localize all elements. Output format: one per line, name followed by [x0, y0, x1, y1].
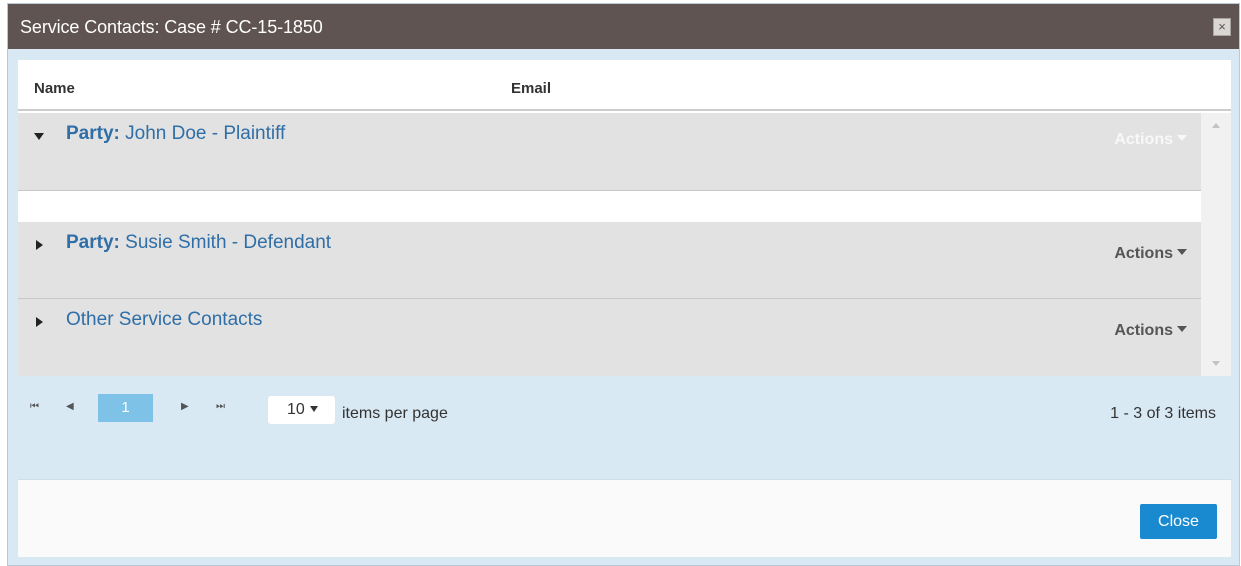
dialog-titlebar: Service Contacts: Case # CC-15-1850 ×: [8, 4, 1239, 49]
dialog-title: Service Contacts: Case # CC-15-1850: [20, 17, 323, 37]
next-page-icon[interactable]: ▶: [181, 401, 189, 412]
chevron-down-icon: [1177, 326, 1187, 332]
last-page-icon[interactable]: ⏭: [216, 401, 225, 412]
scroll-down-icon[interactable]: [1212, 361, 1220, 366]
group-row-susie-smith[interactable]: Party: Susie Smith - Defendant Actions: [18, 222, 1201, 299]
current-page-button[interactable]: 1: [98, 394, 153, 422]
group-label[interactable]: Party: Susie Smith - Defendant: [66, 232, 331, 254]
page-size-label: items per page: [342, 405, 448, 422]
grid-header: Name Email: [18, 60, 1231, 111]
column-header-email[interactable]: Email: [511, 80, 551, 97]
caret-right-icon[interactable]: [36, 240, 43, 250]
contacts-grid: Name Email Party: John Doe - Plaintiff A…: [18, 60, 1231, 376]
actions-menu-button[interactable]: Actions: [1114, 131, 1187, 149]
close-icon[interactable]: ×: [1213, 18, 1231, 36]
close-button[interactable]: Close: [1140, 504, 1217, 539]
page-size-value: 10: [287, 401, 305, 418]
pager-info: 1 - 3 of 3 items: [1110, 405, 1216, 422]
group-row-other-contacts[interactable]: Other Service Contacts Actions: [18, 299, 1201, 376]
group-prefix: Party:: [66, 232, 120, 253]
service-contacts-dialog: Service Contacts: Case # CC-15-1850 × Na…: [7, 3, 1240, 566]
page-size-select[interactable]: 10: [268, 396, 335, 424]
chevron-down-icon: [1177, 135, 1187, 141]
actions-menu-button[interactable]: Actions: [1114, 245, 1187, 263]
scroll-up-icon[interactable]: [1212, 123, 1220, 128]
chevron-down-icon: [309, 406, 318, 412]
group-name: Susie Smith - Defendant: [125, 232, 332, 253]
group-label[interactable]: Party: John Doe - Plaintiff: [66, 123, 285, 145]
actions-label: Actions: [1114, 131, 1173, 148]
actions-label: Actions: [1114, 245, 1173, 262]
group-label[interactable]: Other Service Contacts: [66, 309, 262, 331]
chevron-down-icon: [1177, 249, 1187, 255]
caret-right-icon[interactable]: [36, 317, 43, 327]
previous-page-icon[interactable]: ◀: [66, 401, 74, 412]
grid-pager: ⏮ ◀ 1 ▶ ⏭ 10 items per page 1 - 3 of 3 i…: [18, 389, 1231, 429]
actions-label: Actions: [1114, 322, 1173, 339]
caret-down-icon[interactable]: [34, 133, 44, 140]
dialog-footer: Close: [18, 479, 1231, 557]
actions-menu-button[interactable]: Actions: [1114, 322, 1187, 340]
group-name: John Doe - Plaintiff: [125, 123, 286, 144]
group-prefix: Party:: [66, 123, 120, 144]
first-page-icon[interactable]: ⏮: [30, 401, 39, 412]
group-name: Other Service Contacts: [66, 309, 263, 330]
group-row-john-doe[interactable]: Party: John Doe - Plaintiff Actions: [18, 113, 1201, 191]
vertical-scrollbar[interactable]: [1201, 113, 1231, 376]
column-header-name[interactable]: Name: [34, 80, 75, 97]
grid-rows: Party: John Doe - Plaintiff Actions Part…: [18, 113, 1201, 376]
